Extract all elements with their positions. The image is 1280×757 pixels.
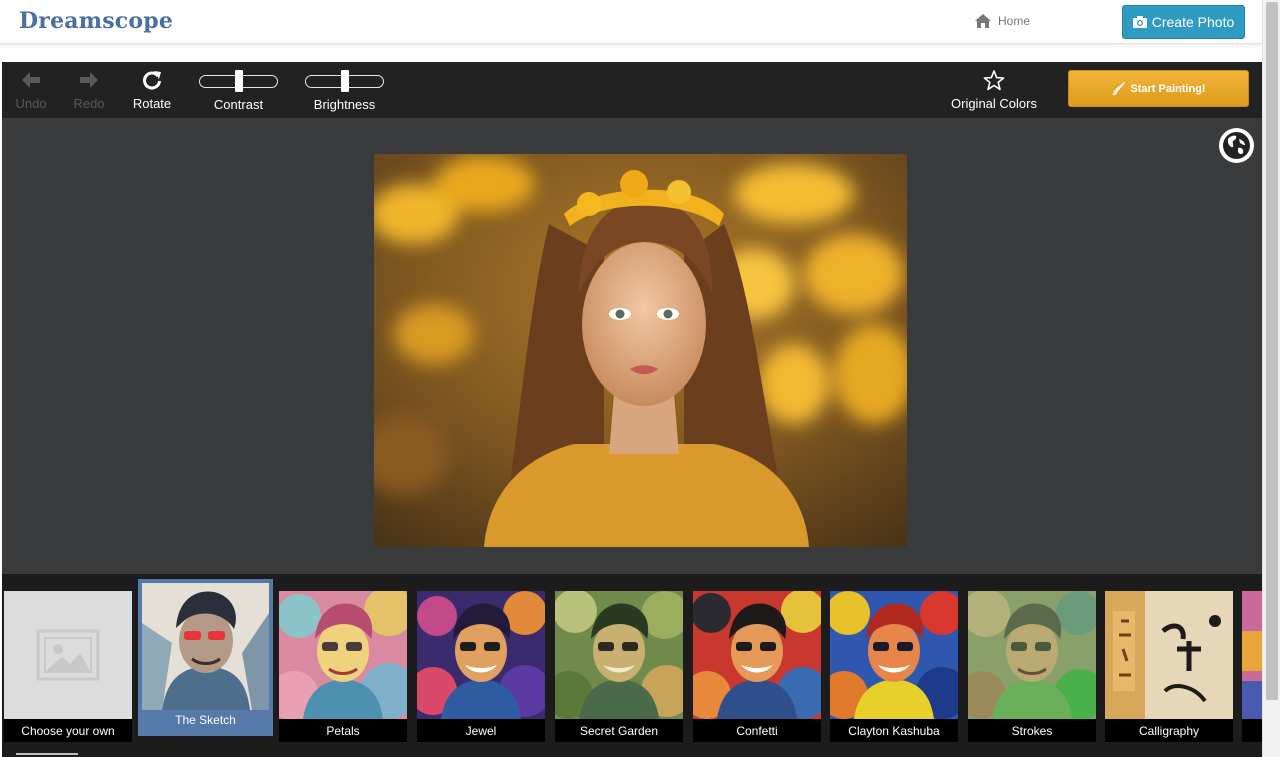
filter-name: Choose your own [4,719,132,742]
filter-name: Calligraphy [1105,719,1233,742]
top-navbar: Dreamscope Home Create Photo [0,0,1262,44]
filter-tile-calligraphy[interactable]: Calligraphy [1105,591,1233,742]
image-placeholder-icon [36,629,100,681]
filter-tile-petals[interactable]: Petals [279,591,407,742]
globe-button[interactable] [1219,128,1254,163]
filter-thumbnail [142,583,269,710]
home-icon [975,14,991,28]
page-scrollbar[interactable] [1262,0,1280,757]
arrow-right-icon [80,72,98,88]
filter-thumbnail [417,591,545,719]
filter-name: Petals [279,719,407,742]
filter-thumbnail [1242,591,1262,719]
redo-label: Redo [73,96,105,111]
filter-tile-partial[interactable] [1242,591,1262,742]
rotate-label: Rotate [132,96,172,111]
contrast-label: Contrast [213,97,264,112]
filter-thumbnail [968,591,1096,719]
filter-thumbnail [693,591,821,719]
globe-icon [1223,132,1250,159]
brightness-control: Brightness [304,62,385,118]
filter-thumbnail [555,591,683,719]
brand-logo[interactable]: Dreamscope [19,8,173,34]
contrast-slider-handle[interactable] [234,70,243,92]
filter-strip: Choose your own The Sketch Petals Jewel … [2,574,1262,757]
contrast-slider[interactable] [199,70,278,92]
brightness-label: Brightness [313,97,376,112]
photo-editor: Undo Redo Rotate Contrast Brightness Ori… [2,62,1262,757]
original-colors-toggle[interactable]: Original Colors [944,62,1044,118]
rotate-icon [143,71,161,90]
filter-tile-clayton-kashuba[interactable]: Clayton Kashuba [830,591,958,742]
bottom-divider [16,753,78,755]
portrait-photo [374,154,907,547]
undo-button[interactable]: Undo [10,62,52,118]
main-photo-canvas [374,154,907,547]
start-painting-label: Start Painting! [1130,82,1206,95]
filter-name: Secret Garden [555,719,683,742]
filter-name: Jewel [417,719,545,742]
filter-thumbnail [279,591,407,719]
create-photo-label: Create Photo [1151,14,1235,30]
home-link-label: Home [998,14,1031,28]
create-photo-button[interactable]: Create Photo [1122,5,1245,39]
contrast-control: Contrast [198,62,279,118]
brightness-slider-handle[interactable] [340,70,349,92]
camera-icon [1132,16,1147,28]
filter-tile-confetti[interactable]: Confetti [693,591,821,742]
filter-name: The Sketch [175,713,236,727]
undo-label: Undo [15,96,47,111]
brush-icon [1112,81,1126,95]
filter-name: Clayton Kashuba [830,719,958,742]
filter-thumbnail [1105,591,1233,719]
arrow-left-icon [22,72,40,88]
editor-toolbar: Undo Redo Rotate Contrast Brightness Ori… [2,62,1262,118]
filter-tile-strokes[interactable]: Strokes [968,591,1096,742]
app-window: Dreamscope Home Create Photo Undo Redo R… [0,0,1280,757]
home-link[interactable]: Home [974,13,1030,29]
filter-tile-secret-garden[interactable]: Secret Garden [555,591,683,742]
filter-tile-jewel[interactable]: Jewel [417,591,545,742]
filter-thumbnail [4,591,132,719]
original-colors-label: Original Colors [951,96,1037,111]
star-icon [983,69,1005,90]
filter-name-partial [1242,719,1262,742]
scrollbar-thumb[interactable] [1266,2,1278,700]
rotate-button[interactable]: Rotate [128,62,176,118]
filter-name: Strokes [968,719,1096,742]
redo-button[interactable]: Redo [68,62,110,118]
filter-tile-the-sketch[interactable]: The Sketch [138,579,273,736]
filter-name: Confetti [693,719,821,742]
start-painting-button[interactable]: Start Painting! [1068,70,1249,107]
filter-tile-choose-your-own[interactable]: Choose your own [4,591,132,742]
filter-thumbnail [830,591,958,719]
brightness-slider[interactable] [305,70,384,92]
